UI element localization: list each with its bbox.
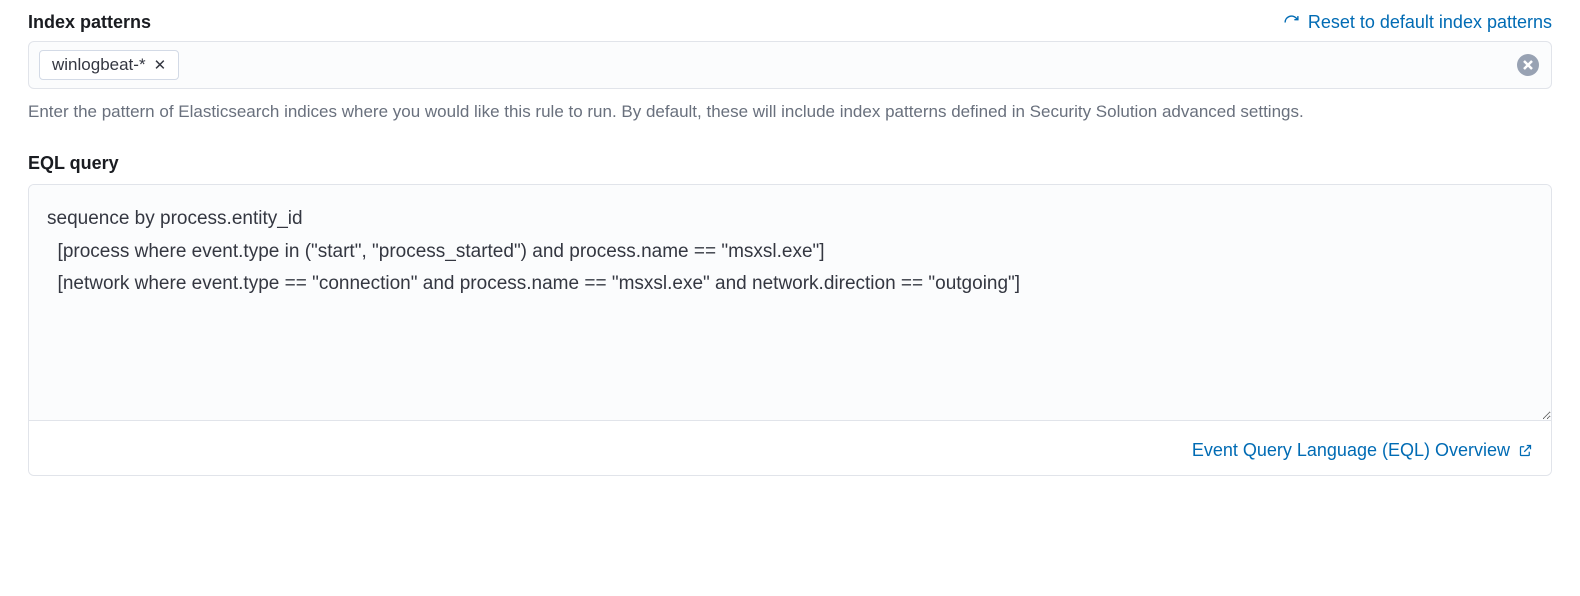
reset-link-text: Reset to default index patterns	[1308, 12, 1552, 33]
popout-icon	[1518, 443, 1533, 458]
eql-overview-link[interactable]: Event Query Language (EQL) Overview	[1192, 440, 1533, 461]
clear-all-index-patterns-button[interactable]	[1517, 54, 1539, 76]
index-pattern-pill-label: winlogbeat-*	[52, 55, 146, 75]
index-patterns-label: Index patterns	[28, 12, 151, 33]
index-patterns-combobox[interactable]: winlogbeat-* ✕	[28, 41, 1552, 89]
close-icon	[1523, 60, 1533, 70]
eql-query-textarea[interactable]	[29, 185, 1551, 421]
refresh-icon	[1283, 14, 1300, 31]
reset-default-index-patterns-link[interactable]: Reset to default index patterns	[1283, 12, 1552, 33]
index-patterns-help-text: Enter the pattern of Elasticsearch indic…	[28, 99, 1552, 125]
eql-query-box: Event Query Language (EQL) Overview	[28, 184, 1552, 476]
eql-query-label: EQL query	[28, 153, 1552, 174]
eql-footer: Event Query Language (EQL) Overview	[29, 426, 1551, 475]
remove-pill-icon[interactable]: ✕	[154, 58, 167, 73]
index-pattern-pill[interactable]: winlogbeat-* ✕	[39, 50, 179, 80]
eql-overview-link-text: Event Query Language (EQL) Overview	[1192, 440, 1510, 461]
